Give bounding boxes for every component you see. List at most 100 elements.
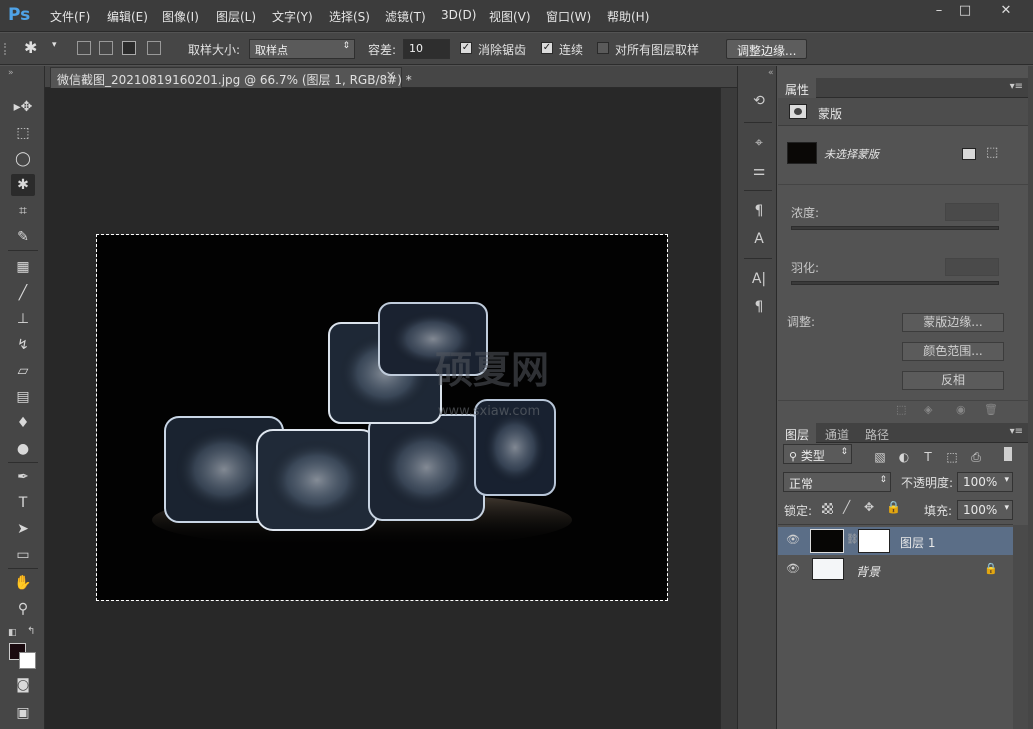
lock-position-icon[interactable]: ✥ (864, 500, 874, 514)
fill-input[interactable]: 100% ▾ (957, 500, 1013, 520)
healing-brush-tool-icon[interactable]: ▦ (11, 256, 35, 278)
feather-slider[interactable] (791, 281, 999, 285)
crop-tool-icon[interactable]: ⌗ (11, 200, 35, 222)
document-image[interactable]: 硕夏网 www.sxiaw.com (96, 234, 668, 601)
background-color-swatch[interactable] (19, 652, 36, 669)
color-range-button[interactable]: 颜色范围... (902, 342, 1004, 361)
panel-menu-icon[interactable]: ▾≡ (1010, 426, 1023, 437)
lock-transparent-icon[interactable] (822, 503, 833, 514)
new-selection-icon[interactable] (77, 41, 91, 55)
dodge-tool-icon[interactable]: ● (11, 438, 35, 460)
marquee-tool-icon[interactable]: ⬚ (11, 122, 35, 144)
path-selection-tool-icon[interactable]: ➤ (11, 518, 35, 540)
swap-colors-icon[interactable]: ↰ (27, 626, 35, 637)
chain-link-icon[interactable]: ⛓ (846, 534, 859, 545)
character-styles-icon[interactable]: A (748, 228, 770, 250)
magic-wand-preset-icon[interactable]: ✱ (24, 38, 37, 57)
pen-tool-icon[interactable]: ✒ (11, 466, 35, 488)
menu-filter[interactable]: 滤镜(T) (385, 8, 426, 26)
menu-type[interactable]: 文字(Y) (272, 8, 313, 26)
filter-adjustment-icon[interactable]: ◐ (896, 449, 912, 465)
sample-all-layers-checkbox[interactable] (597, 42, 609, 54)
shape-tool-icon[interactable]: ▭ (11, 544, 35, 566)
invert-button[interactable]: 反相 (902, 371, 1004, 390)
tab-properties[interactable]: 属性 (778, 78, 817, 98)
document-tab[interactable]: 微信截图_20210819160201.jpg @ 66.7% (图层 1, R… (50, 67, 412, 88)
filter-pixel-icon[interactable]: ▧ (872, 449, 888, 465)
tolerance-input[interactable]: 10 (403, 39, 450, 59)
density-slider[interactable] (791, 226, 999, 230)
character-panel-icon[interactable]: A| (748, 268, 770, 290)
collapse-arrow-icon[interactable]: « (768, 68, 774, 78)
filter-toggle[interactable] (1004, 447, 1012, 461)
paragraph-panel-icon[interactable]: ¶ (748, 296, 770, 318)
canvas-vertical-scrollbar[interactable] (720, 88, 737, 729)
mask-edge-button[interactable]: 蒙版边缘... (902, 313, 1004, 332)
add-pixel-mask-icon[interactable] (962, 148, 976, 160)
default-colors-icon[interactable]: ◧ (8, 628, 17, 638)
density-input[interactable] (945, 203, 999, 221)
layer-row-layer1[interactable]: 👁 ⛓ 图层 1 (778, 527, 1013, 555)
contiguous-checkbox[interactable]: ✓ (541, 42, 553, 54)
menu-3d[interactable]: 3D(D) (441, 8, 476, 26)
history-brush-tool-icon[interactable]: ↯ (11, 334, 35, 356)
refine-edge-button[interactable]: 调整边缘... (726, 39, 808, 59)
apply-mask-icon[interactable]: ◈ (924, 403, 932, 416)
layer-row-background[interactable]: 👁 背景 🔒 (778, 556, 1013, 584)
eye-icon[interactable]: 👁 (786, 533, 800, 547)
blend-mode-select[interactable]: 正常 ⇕ (783, 472, 891, 492)
layer-filter-select[interactable]: ⚲ 类型 ⇕ (783, 444, 852, 464)
delete-mask-icon[interactable]: 🗑 (984, 403, 998, 416)
eye-icon[interactable]: 👁 (786, 562, 800, 576)
tab-layers[interactable]: 图层 (778, 423, 817, 443)
sample-size-select[interactable]: 取样点 ⇕ (249, 39, 355, 59)
intersect-selection-icon[interactable] (147, 41, 161, 55)
menu-image[interactable]: 图像(I) (162, 8, 199, 26)
screen-mode-icon[interactable]: ▣ (11, 702, 35, 724)
blur-tool-icon[interactable]: ♦ (11, 412, 35, 434)
close-tab-icon[interactable]: ✕ (386, 69, 395, 82)
visibility-icon[interactable]: ◉ (956, 403, 966, 416)
add-vector-mask-icon[interactable]: ⬚ (986, 145, 998, 160)
load-selection-icon[interactable]: ⬚ (896, 403, 906, 416)
brush-tool-icon[interactable]: ╱ (11, 282, 35, 304)
type-tool-icon[interactable]: T (11, 492, 35, 514)
menu-window[interactable]: 窗口(W) (546, 8, 591, 26)
menu-edit[interactable]: 编辑(E) (107, 8, 148, 26)
collapse-arrow-icon[interactable]: » (8, 68, 14, 78)
paragraph-styles-icon[interactable]: ¶ (748, 200, 770, 222)
menu-help[interactable]: 帮助(H) (607, 8, 649, 26)
history-panel-icon[interactable]: ⟲ (748, 90, 770, 112)
filter-smart-object-icon[interactable]: ⎙ (968, 449, 984, 465)
chevron-down-icon[interactable]: ▾ (52, 40, 57, 50)
panel-menu-icon[interactable]: ▾≡ (1010, 81, 1023, 92)
move-tool-icon[interactable]: ▸✥ (11, 96, 35, 118)
gradient-tool-icon[interactable]: ▤ (11, 386, 35, 408)
close-button[interactable]: ✕ (986, 2, 1026, 20)
antialias-checkbox[interactable]: ✓ (460, 42, 472, 54)
opacity-input[interactable]: 100% ▾ (957, 472, 1013, 492)
adjustments-icon[interactable]: ⚌ (748, 160, 770, 182)
hand-tool-icon[interactable]: ✋ (11, 572, 35, 594)
tab-paths[interactable]: 路径 (858, 423, 896, 443)
layers-scrollbar[interactable] (1013, 525, 1028, 729)
zoom-tool-icon[interactable]: ⚲ (11, 598, 35, 620)
maximize-button[interactable]: □ (950, 2, 980, 20)
menu-layer[interactable]: 图层(L) (216, 8, 256, 26)
filter-shape-icon[interactable]: ⬚ (944, 449, 960, 465)
feather-input[interactable] (945, 258, 999, 276)
pixel-mask-icon[interactable] (789, 104, 807, 119)
menu-view[interactable]: 视图(V) (489, 8, 531, 26)
add-to-selection-icon[interactable] (99, 41, 113, 55)
magic-wand-tool-icon[interactable]: ✱ (11, 174, 35, 196)
quick-mask-icon[interactable]: ◙ (11, 674, 35, 696)
filter-type-icon[interactable]: T (920, 449, 936, 465)
eraser-tool-icon[interactable]: ▱ (11, 360, 35, 382)
grip-handle[interactable] (4, 43, 10, 55)
lock-all-icon[interactable]: 🔒 (886, 500, 901, 514)
tab-channels[interactable]: 通道 (818, 423, 856, 443)
lock-pixels-icon[interactable]: ╱ (843, 500, 850, 514)
eyedropper-tool-icon[interactable]: ✎ (11, 226, 35, 248)
lasso-tool-icon[interactable]: ◯ (11, 148, 35, 170)
menu-file[interactable]: 文件(F) (50, 8, 90, 26)
